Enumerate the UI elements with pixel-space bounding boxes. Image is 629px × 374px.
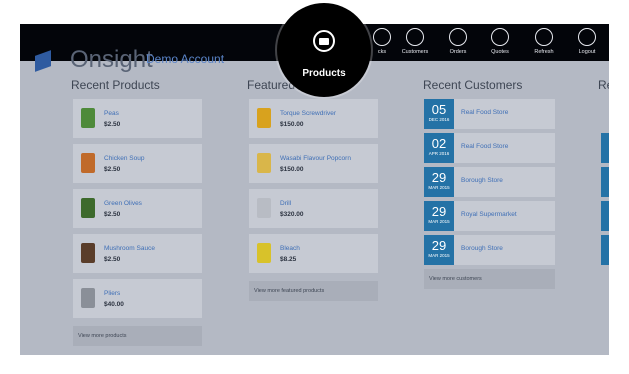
date-day: 29 (431, 170, 447, 185)
cutoff-tile[interactable] (601, 133, 609, 163)
date-day: 29 (431, 238, 447, 253)
product-card-chicken-soup[interactable]: Chicken Soup $2.50 (73, 144, 202, 183)
cutoff-tile[interactable] (601, 235, 609, 265)
date-tile: 02 APR 2016 (424, 133, 454, 163)
customer-name: Real Food Store (461, 143, 509, 150)
date-month: DEC 2016 (428, 117, 450, 122)
account-name: Demo Account (146, 52, 225, 66)
nav-quotes[interactable]: Quotes (478, 28, 522, 58)
product-image (257, 243, 271, 263)
product-image (257, 198, 271, 218)
fourth-column-title: Re (598, 78, 609, 92)
customer-name: Borough Store (461, 177, 503, 184)
nav-refresh[interactable]: Refresh (522, 28, 566, 58)
date-month: MAR 2015 (428, 185, 450, 190)
recent-products-title: Recent Products (71, 78, 160, 92)
product-price: $320.00 (280, 211, 304, 218)
refresh-icon (535, 28, 553, 46)
products-nav-spotlight[interactable]: Products (277, 3, 371, 97)
date-month: MAR 2015 (428, 219, 450, 224)
product-card-mushroom-sauce[interactable]: Mushroom Sauce $2.50 (73, 234, 202, 273)
customer-card[interactable]: 02 APR 2016 Real Food Store (424, 133, 555, 163)
date-day: 05 (431, 102, 447, 117)
customer-name: Royal Supermarket (461, 211, 517, 218)
date-tile: 05 DEC 2016 (424, 99, 454, 129)
product-price: $2.50 (104, 256, 121, 263)
product-name: Green Olives (104, 200, 142, 207)
date-tile: 29 MAR 2015 (424, 201, 454, 231)
recent-customers-title: Recent Customers (423, 78, 523, 92)
stocks-icon (373, 28, 391, 46)
date-tile: 29 MAR 2015 (424, 235, 454, 265)
product-image (81, 243, 95, 263)
customer-card[interactable]: 29 MAR 2015 Borough Store (424, 235, 555, 265)
customer-name: Real Food Store (461, 109, 509, 116)
nav-customers[interactable]: Customers (393, 28, 437, 58)
date-day: 29 (431, 204, 447, 219)
product-price: $150.00 (280, 121, 304, 128)
product-name: Chicken Soup (104, 155, 145, 162)
product-price: $2.50 (104, 166, 121, 173)
customer-card[interactable]: 29 MAR 2015 Royal Supermarket (424, 201, 555, 231)
folder-icon (313, 30, 335, 52)
product-name: Wasabi Flavour Popcorn (280, 155, 351, 162)
nav-label: Logout (578, 49, 596, 55)
cutoff-tile[interactable] (601, 167, 609, 197)
logout-icon (578, 28, 596, 46)
date-day: 02 (431, 136, 447, 151)
cutoff-tile[interactable] (601, 201, 609, 231)
product-price: $2.50 (104, 211, 121, 218)
product-name: Drill (280, 200, 292, 207)
product-image (81, 108, 95, 128)
date-tile: 29 MAR 2015 (424, 167, 454, 197)
customer-name: Borough Store (461, 245, 503, 252)
view-more-featured-button[interactable]: View more featured products (249, 281, 378, 301)
customer-card[interactable]: 05 DEC 2016 Real Food Store (424, 99, 555, 129)
product-image (257, 153, 271, 173)
orders-icon (449, 28, 467, 46)
product-card-bleach[interactable]: Bleach $8.25 (249, 234, 378, 273)
date-month: APR 2016 (428, 151, 450, 156)
product-price: $40.00 (104, 301, 124, 308)
product-card-drill[interactable]: Drill $320.00 (249, 189, 378, 228)
product-price: $8.25 (280, 256, 297, 263)
product-name: Bleach (280, 245, 300, 252)
view-more-products-button[interactable]: View more products (73, 326, 202, 346)
nav-label: Refresh (534, 49, 554, 55)
products-nav-label: Products (302, 68, 346, 79)
product-name: Pliers (104, 290, 121, 297)
product-image (257, 108, 271, 128)
date-month: MAR 2015 (428, 253, 450, 258)
nav-label: Orders (449, 49, 467, 55)
product-card-torque-screwdriver[interactable]: Torque Screwdriver $150.00 (249, 99, 378, 138)
product-card-green-olives[interactable]: Green Olives $2.50 (73, 189, 202, 228)
nav-label: Quotes (491, 49, 509, 55)
nav-orders[interactable]: Orders (436, 28, 480, 58)
product-price: $2.50 (104, 121, 121, 128)
product-card-wasabi-popcorn[interactable]: Wasabi Flavour Popcorn $150.00 (249, 144, 378, 183)
product-name: Torque Screwdriver (280, 110, 336, 117)
nav-logout[interactable]: Logout (565, 28, 609, 58)
product-image (81, 153, 95, 173)
brand-name: Onsight (70, 46, 153, 73)
product-image (81, 288, 95, 308)
product-card-peas[interactable]: Peas $2.50 (73, 99, 202, 138)
nav-label: Customers (401, 49, 429, 55)
customer-card[interactable]: 29 MAR 2015 Borough Store (424, 167, 555, 197)
product-image (81, 198, 95, 218)
product-price: $150.00 (280, 166, 304, 173)
product-name: Peas (104, 110, 119, 117)
product-card-pliers[interactable]: Pliers $40.00 (73, 279, 202, 318)
product-name: Mushroom Sauce (104, 245, 155, 252)
customers-icon (406, 28, 424, 46)
view-more-customers-button[interactable]: View more customers (424, 269, 555, 289)
quotes-icon (491, 28, 509, 46)
